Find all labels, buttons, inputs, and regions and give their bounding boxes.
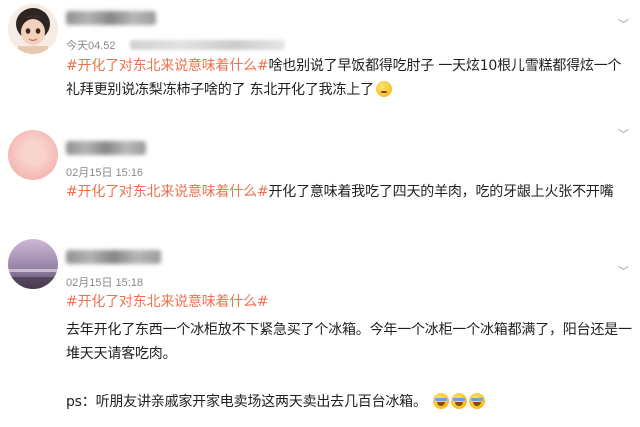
post-1: 今天04.52 ﹀ #开化了对东北来说意味着什么#啥也别说了早饭都得吃肘子 一天…	[0, 0, 640, 125]
avatar[interactable]	[8, 130, 58, 180]
chevron-down-icon[interactable]: ﹀	[618, 19, 629, 30]
avatar[interactable]	[8, 239, 58, 289]
post-body: 去年开化了东西一个冰柜放不下紧急买了个冰箱。今年一个冰柜一个冰箱都满了，阳台还是…	[66, 322, 632, 362]
chevron-down-icon[interactable]: ﹀	[618, 129, 629, 140]
post-3: 02月15日 15:18 ﹀ #开化了对东北来说意味着什么# 去年开化了东西一个…	[0, 230, 640, 427]
topic-tag[interactable]: #开化了对东北来说意味着什么#	[66, 290, 632, 314]
post-time: 今天04.52	[66, 40, 116, 52]
post-time: 02月15日 15:18	[66, 277, 144, 289]
laughing-tears-icon	[432, 393, 449, 409]
laughing-tears-icon	[468, 393, 485, 409]
post-time: 02月15日 15:16	[66, 167, 144, 179]
topic-tag[interactable]: #开化了对东北来说意味着什么#	[66, 184, 269, 200]
avatar[interactable]	[8, 4, 58, 54]
post-ps-line: ps：听朋友讲亲戚家开家电卖场这两天卖出去几百台冰箱。	[66, 390, 632, 414]
source-blurred	[130, 40, 285, 50]
username-blurred[interactable]	[66, 141, 146, 155]
post-text: #开化了对东北来说意味着什么# 去年开化了东西一个冰柜放不下紧急买了个冰箱。今年…	[66, 290, 632, 414]
topic-tag[interactable]: #开化了对东北来说意味着什么#	[66, 58, 269, 74]
username-blurred[interactable]	[66, 11, 156, 25]
post-2: 02月15日 15:16 ﹀ #开化了对东北来说意味着什么#开化了意味着我吃了四…	[0, 125, 640, 230]
laughing-tears-icon	[450, 393, 467, 409]
username-blurred[interactable]	[66, 250, 161, 264]
post-text: #开化了对东北来说意味着什么#开化了意味着我吃了四天的羊肉，吃的牙龈上火张不开嘴	[66, 180, 632, 204]
post-body: 开化了意味着我吃了四天的羊肉，吃的牙龈上火张不开嘴	[268, 184, 614, 200]
post-ps: ps：听朋友讲亲戚家开家电卖场这两天卖出去几百台冰箱。	[66, 394, 427, 410]
thinking-face-icon	[375, 81, 392, 97]
chevron-down-icon[interactable]: ﹀	[618, 266, 629, 277]
post-text: #开化了对东北来说意味着什么#啥也别说了早饭都得吃肘子 一天炫10根儿雪糕都得炫…	[66, 54, 632, 102]
